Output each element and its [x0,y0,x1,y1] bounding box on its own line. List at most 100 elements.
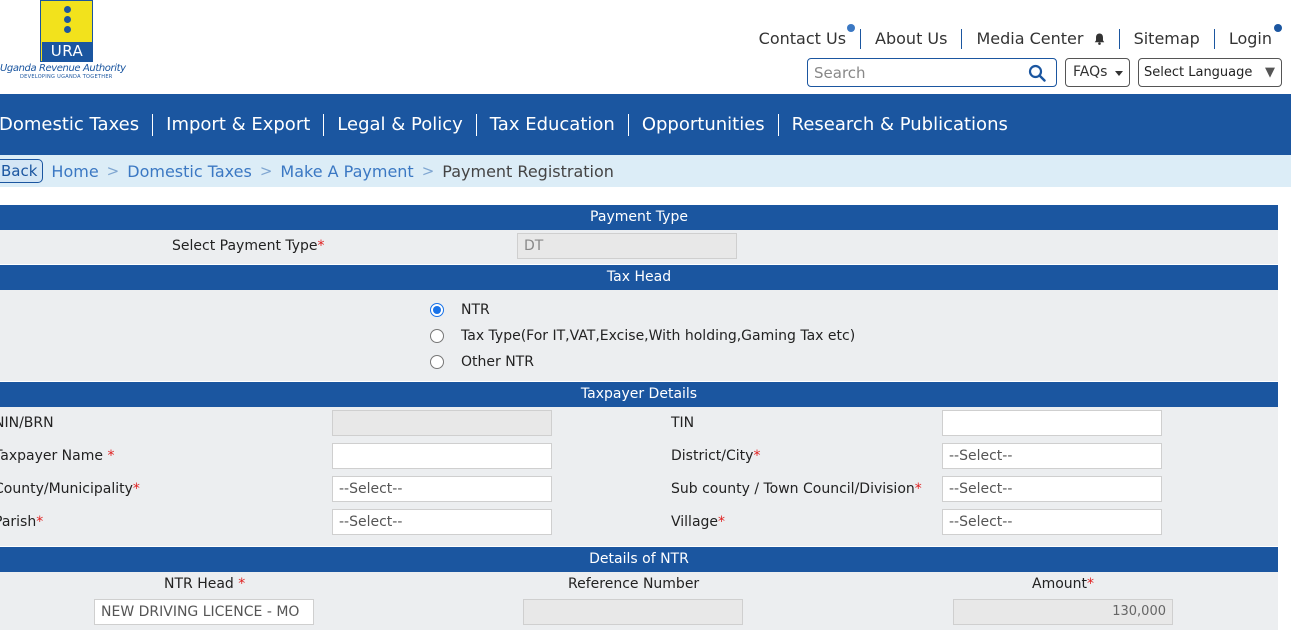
taxpayer-details-section: NIN/BRN TIN Taxpayer Name * District/Cit… [0,407,1278,546]
contact-us-link[interactable]: Contact Us [745,24,860,49]
taxpayer-name-label: Taxpayer Name * [0,448,114,464]
nav-domestic-taxes[interactable]: Domestic Taxes [0,114,152,136]
nav-opportunities[interactable]: Opportunities [627,113,778,136]
breadcrumb-home[interactable]: Home [51,162,98,181]
taxpayer-name-label-text: Taxpayer Name [0,448,103,464]
nin-brn-label: NIN/BRN [0,415,54,431]
search-box[interactable] [807,58,1057,87]
search-input[interactable] [808,59,1018,86]
required-marker: * [753,448,761,464]
site-header: URA Uganda Revenue Authority DEVELOPING … [0,0,1291,94]
ntr-head-label-text: NTR Head [164,576,234,592]
main-nav: Domestic Taxes Import & Export Legal & P… [0,94,1291,155]
bell-icon [1094,33,1104,45]
county-municipality-select[interactable]: --Select-- [332,476,552,502]
triangle-down-icon: ▼ [1265,65,1275,80]
required-marker: * [914,481,922,497]
tax-head-header: Tax Head [0,265,1278,290]
payment-type-label-text: Select Payment Type [172,238,318,254]
sitemap-label: Sitemap [1133,29,1200,48]
logo-dot [64,26,71,33]
payment-type-field[interactable]: DT [517,233,737,259]
required-marker: * [1087,576,1095,592]
required-marker: * [107,448,115,464]
faqs-dropdown[interactable]: FAQs [1065,58,1130,87]
caret-down-icon [1115,71,1123,76]
nav-research-publications[interactable]: Research & Publications [777,113,1021,136]
breadcrumb-current: Payment Registration [442,161,614,181]
reference-number-label: Reference Number [568,576,700,592]
taxpayer-details-header: Taxpayer Details [0,382,1278,407]
required-marker: * [317,238,325,254]
ntr-details-header: Details of NTR [0,547,1278,572]
payment-type-header: Payment Type [0,205,1278,230]
login-label: Login [1228,29,1272,48]
notification-dot [847,24,856,32]
tax-head-section: NTR Tax Type(For IT,VAT,Excise,With hold… [0,290,1278,381]
district-city-label: District/City* [671,448,760,464]
login-link[interactable]: Login [1213,24,1282,49]
radio-other-ntr-label: Other NTR [461,354,534,370]
payment-type-label: Select Payment Type* [172,238,325,254]
sitemap-link[interactable]: Sitemap [1118,29,1214,49]
ntr-details-section: NTR Head * Reference Number Amount* NEW … [0,572,1278,630]
logo-tagline: DEVELOPING UGANDA TOGETHER [20,74,113,80]
reference-number-field[interactable] [523,599,743,625]
contact-us-label: Contact Us [758,29,847,48]
nav-tax-education[interactable]: Tax Education [475,113,628,136]
amount-label-text: Amount [1032,576,1088,592]
breadcrumb-make-a-payment[interactable]: Make A Payment [280,162,413,181]
language-label: Select Language [1144,65,1253,80]
district-city-label-text: District/City [671,448,754,464]
search-icon[interactable] [1028,64,1046,82]
taxpayer-name-field[interactable] [332,443,552,469]
radio-tax-type[interactable] [430,329,444,343]
logo-dot [64,6,71,13]
back-button[interactable]: Back [0,159,44,183]
radio-ntr-label: NTR [461,302,490,318]
nav-import-export[interactable]: Import & Export [152,113,323,136]
breadcrumb-separator: > [106,162,120,180]
county-municipality-label: County/Municipality* [0,481,140,497]
village-label: Village* [671,514,725,530]
top-nav: Contact Us About Us Media Center Sitemap… [745,24,1282,49]
faqs-label: FAQs [1073,64,1108,80]
logo-dot [64,16,71,23]
amount-field[interactable]: 130,000 [953,599,1173,625]
parish-select[interactable]: --Select-- [332,509,552,535]
ntr-head-label: NTR Head * [164,576,245,592]
required-marker: * [718,514,726,530]
media-center-label: Media Center [976,29,1084,48]
about-us-label: About Us [875,29,948,48]
county-municipality-label-text: County/Municipality [0,481,133,497]
required-marker: * [36,514,44,530]
notification-dot [1274,24,1282,32]
media-center-link[interactable]: Media Center [961,29,1118,49]
breadcrumb-domestic-taxes[interactable]: Domestic Taxes [127,162,252,181]
payment-type-section: Select Payment Type* DT [0,230,1278,264]
sub-county-select[interactable]: --Select-- [942,476,1162,502]
nin-brn-field[interactable] [332,410,552,436]
radio-tax-type-label: Tax Type(For IT,VAT,Excise,With holding,… [461,328,856,344]
sub-county-label: Sub county / Town Council/Division* [671,481,922,497]
breadcrumb-separator: > [421,162,435,180]
language-select[interactable]: Select Language ▼ [1138,58,1282,87]
ura-logo[interactable]: URA Uganda Revenue Authority DEVELOPING … [0,0,135,92]
tin-field[interactable] [942,410,1162,436]
radio-ntr[interactable] [430,303,444,317]
required-marker: * [238,576,246,592]
radio-other-ntr[interactable] [430,355,444,369]
village-select[interactable]: --Select-- [942,509,1162,535]
parish-label: Parish* [0,514,43,530]
parish-label-text: Parish [0,514,37,530]
breadcrumb: Back Home > Domestic Taxes > Make A Paym… [0,155,1291,187]
logo-org-name: Uganda Revenue Authority [0,63,126,74]
about-us-link[interactable]: About Us [860,29,961,49]
ntr-head-field[interactable]: NEW DRIVING LICENCE - MO [94,599,314,625]
nav-legal-policy[interactable]: Legal & Policy [323,113,476,136]
tin-label: TIN [671,415,695,431]
amount-label: Amount* [1032,576,1094,592]
required-marker: * [132,481,140,497]
district-city-select[interactable]: --Select-- [942,443,1162,469]
sub-county-label-text: Sub county / Town Council/Division [671,481,915,497]
